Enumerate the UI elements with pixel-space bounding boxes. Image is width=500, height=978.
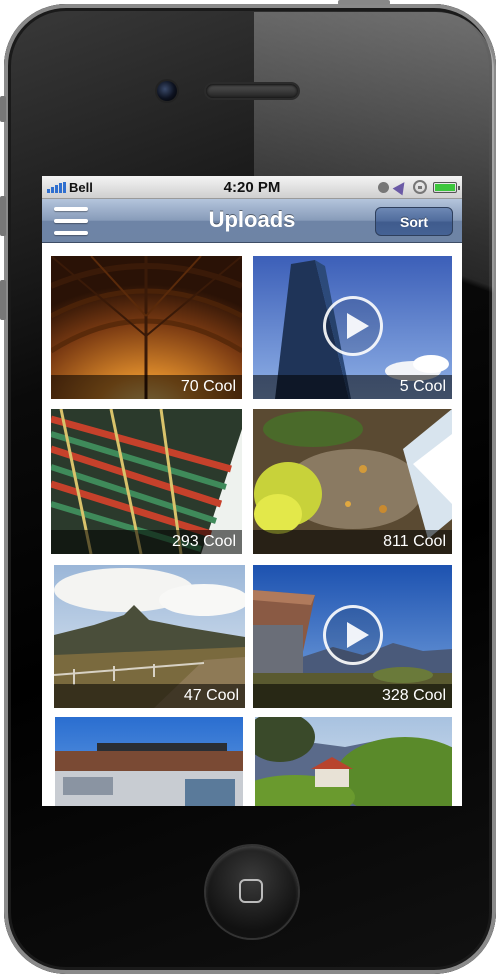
cool-count: 811 Cool	[383, 533, 446, 550]
photo-tile[interactable]	[255, 717, 452, 806]
photo-tile[interactable]: 47 Cool	[54, 565, 245, 708]
rotation-lock-icon	[413, 180, 427, 194]
photo-thumbnail	[255, 717, 452, 806]
photo-tile[interactable]: 811 Cool	[253, 409, 452, 554]
photo-tile[interactable]: 70 Cool	[51, 256, 242, 399]
cool-count: 293 Cool	[171, 533, 236, 550]
volume-up-button	[0, 196, 6, 236]
earpiece-speaker	[206, 84, 298, 98]
cool-count: 47 Cool	[183, 687, 239, 704]
play-icon	[323, 296, 383, 356]
home-button[interactable]	[206, 846, 298, 938]
photo-tile[interactable]	[55, 717, 243, 806]
cool-count: 5 Cool	[399, 378, 446, 395]
play-icon	[323, 605, 383, 665]
video-tile[interactable]: 328 Cool	[253, 565, 452, 708]
video-tile[interactable]: 5 Cool	[253, 256, 452, 399]
status-icons	[378, 178, 460, 196]
front-camera	[157, 81, 177, 101]
cool-count: 328 Cool	[381, 687, 446, 704]
sleep-button	[338, 0, 390, 5]
home-button-icon	[239, 879, 263, 903]
navigation-bar: Uploads Sort	[42, 199, 462, 243]
battery-icon	[433, 181, 460, 193]
photo-thumbnail	[55, 717, 243, 806]
clock-icon	[378, 181, 389, 193]
screen: Bell 4:20 PM Uploads Sort 70 Cool 5 Cool…	[42, 176, 462, 806]
cool-count: 70 Cool	[180, 378, 236, 395]
photo-tile[interactable]: 293 Cool	[51, 409, 242, 554]
location-arrow-icon	[392, 178, 410, 196]
volume-down-button	[0, 280, 6, 320]
sort-button[interactable]: Sort	[375, 207, 453, 236]
mute-switch	[0, 96, 6, 122]
status-bar: Bell 4:20 PM	[42, 176, 462, 199]
